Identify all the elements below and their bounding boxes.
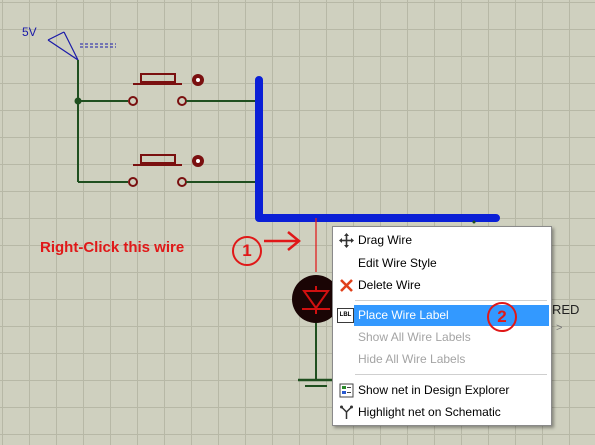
led-reference-label: RED	[552, 302, 580, 317]
push-button-switch-1[interactable]	[78, 73, 259, 106]
ground-symbol[interactable]	[298, 323, 334, 387]
design-explorer-icon	[339, 383, 354, 398]
menu-item-label: Hide All Wire Labels	[358, 352, 466, 366]
menu-item-highlight-net-on-schematic[interactable]: Highlight net on Schematic	[335, 402, 549, 423]
led-value-label: >	[556, 322, 563, 334]
lbl-icon: LBL	[337, 308, 354, 323]
menu-item-show-all-wire-labels[interactable]: Show All Wire Labels	[335, 327, 549, 348]
menu-item-edit-wire-style[interactable]: Edit Wire Style	[335, 253, 549, 274]
menu-item-label: Delete Wire	[358, 278, 421, 292]
step-marker-1: 1	[232, 236, 262, 266]
menu-item-label: Show net in Design Explorer	[358, 383, 510, 397]
menu-item-label: Edit Wire Style	[358, 256, 437, 270]
red-x-icon	[340, 279, 353, 292]
menu-item-drag-wire[interactable]: Drag Wire	[335, 230, 549, 251]
wire-end-dot	[472, 220, 476, 224]
menu-item-label: Highlight net on Schematic	[358, 405, 501, 419]
menu-separator	[355, 300, 547, 301]
power-label: 5V	[22, 25, 37, 39]
power-terminal[interactable]	[47, 31, 116, 61]
menu-item-show-net-in-design-explorer[interactable]: Show net in Design Explorer	[335, 380, 549, 401]
move-arrows-icon	[339, 233, 354, 248]
menu-item-label: Place Wire Label	[358, 308, 449, 322]
menu-item-hide-all-wire-labels[interactable]: Hide All Wire Labels	[335, 349, 549, 370]
wire-context-menu: Drag Wire Edit Wire Style Delete Wire LB…	[332, 226, 552, 426]
push-button-switch-2[interactable]	[78, 154, 259, 187]
highlighted-wire[interactable]	[255, 76, 500, 222]
step-marker-2: 2	[487, 302, 517, 332]
menu-item-label: Drag Wire	[358, 233, 413, 247]
annotation-arrow	[264, 231, 301, 251]
instruction-text: Right-Click this wire	[40, 239, 185, 256]
menu-item-delete-wire[interactable]: Delete Wire	[335, 275, 549, 296]
menu-separator	[355, 374, 547, 375]
menu-item-label: Show All Wire Labels	[358, 330, 471, 344]
highlight-net-icon	[340, 405, 353, 419]
